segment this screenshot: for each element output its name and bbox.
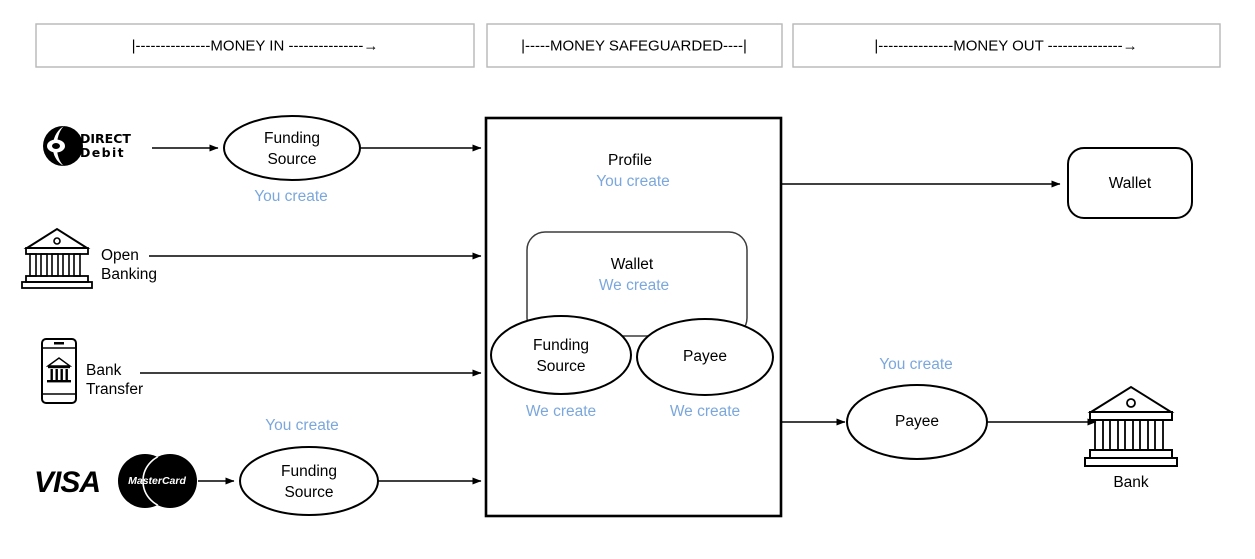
output-wallet-label: Wallet — [1109, 175, 1152, 192]
safeguarded-payee-note: We create — [670, 403, 740, 420]
output-bank-label: Bank — [1113, 474, 1149, 491]
open-banking-label-line2: Banking — [101, 266, 157, 283]
header-banner-money-safeguarded: |-----MONEY SAFEGUARDED----| — [486, 23, 783, 68]
safeguarded-funding-source-label-line1: Funding — [533, 337, 589, 354]
bank-transfer-label-line2: Transfer — [86, 381, 143, 398]
output-payee-note: You create — [879, 356, 953, 373]
funding-source-top-note: You create — [254, 188, 328, 205]
bank-building-icon — [21, 227, 93, 289]
profile-note: You create — [596, 173, 670, 190]
funding-source-bottom-label-line2: Source — [284, 484, 333, 501]
funding-source-bottom-label-line1: Funding — [281, 463, 337, 480]
output-payee-label: Payee — [895, 413, 939, 430]
safeguarded-wallet-label: Wallet — [611, 256, 654, 273]
direct-debit-logo-line1: DIRECT — [80, 131, 131, 146]
header-banner-money-out: |---------------MONEY OUT --------------… — [792, 23, 1221, 68]
safeguarded-payee-label: Payee — [683, 348, 727, 365]
bank-building-icon-output — [1084, 385, 1178, 467]
funding-source-top-label-line1: Funding — [264, 130, 320, 147]
header-label-money-out: |---------------MONEY OUT --------------… — [874, 37, 1137, 54]
funding-source-node-card-bottom — [239, 446, 379, 516]
mastercard-logo: MasterCard — [118, 454, 197, 508]
mobile-bank-icon — [41, 338, 77, 404]
safeguarded-funding-source-label-line2: Source — [536, 358, 585, 375]
mastercard-logo-text: MasterCard — [128, 475, 186, 487]
funding-source-bottom-note: You create — [265, 417, 339, 434]
bank-transfer-label-line1: Bank — [86, 362, 122, 379]
profile-label: Profile — [608, 152, 652, 169]
safeguarded-wallet-note: We create — [599, 277, 669, 294]
header-banner-money-in: |---------------MONEY IN ---------------… — [35, 23, 475, 68]
direct-debit-logo: DIRECT Debit — [43, 126, 131, 166]
open-banking-label-line1: Open — [101, 247, 139, 264]
header-label-money-safeguarded: |-----MONEY SAFEGUARDED----| — [521, 37, 747, 54]
money-flow-diagram: |---------------MONEY IN ---------------… — [0, 0, 1255, 559]
visa-logo: VISA — [34, 466, 100, 499]
header-label-money-in: |---------------MONEY IN ---------------… — [132, 37, 379, 54]
safeguarded-funding-source-note: We create — [526, 403, 596, 420]
funding-source-top-label-line2: Source — [267, 151, 316, 168]
direct-debit-logo-line2: Debit — [80, 145, 125, 160]
safeguarded-funding-source-ellipse — [490, 315, 632, 395]
funding-source-node-card-top — [223, 115, 361, 181]
